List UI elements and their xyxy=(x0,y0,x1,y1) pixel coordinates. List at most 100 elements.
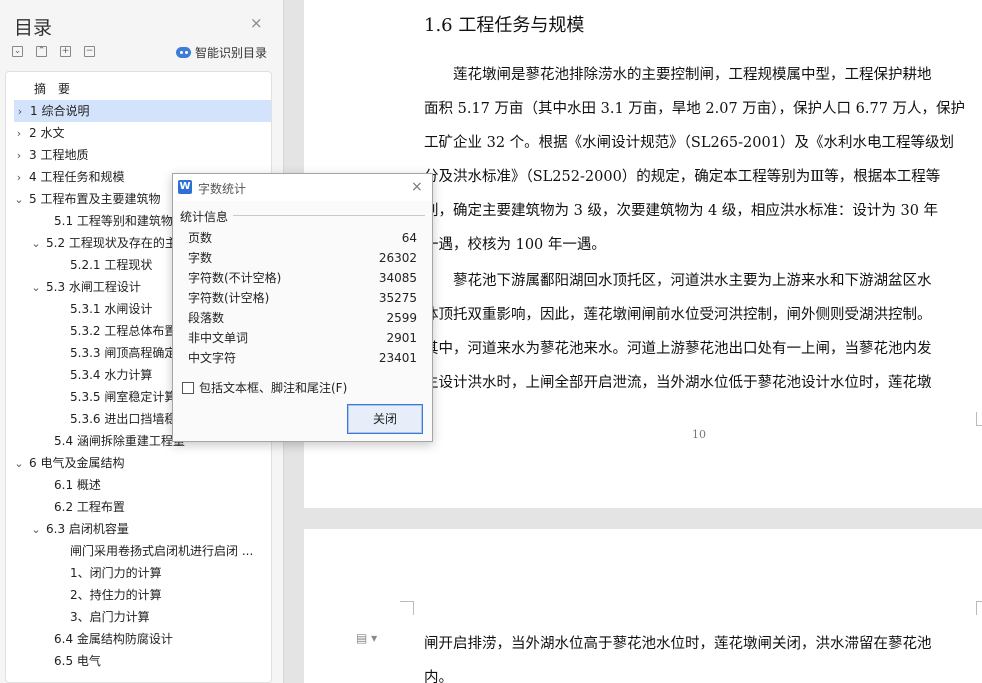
chevron-right-icon[interactable]: › xyxy=(13,145,25,166)
dialog-title: 字数统计 xyxy=(198,182,247,196)
body-text-line: 分及洪水标准》（SL252-2000）的规定，确定本工程等别为Ⅲ等，根据本工程等 xyxy=(424,169,941,185)
stat-label: 段落数 xyxy=(188,311,225,325)
chevron-right-icon[interactable]: › xyxy=(13,123,25,144)
toc-item-label: 5.3.3 闸顶高程确定 xyxy=(70,346,177,360)
toc-item[interactable]: 6.2 工程布置 xyxy=(6,496,271,518)
checkbox-box[interactable] xyxy=(182,382,194,394)
toc-item[interactable]: 闸门采用卷扬式启闭机进行启闭 ... xyxy=(6,540,271,562)
stat-row: 段落数 2599 xyxy=(188,308,417,328)
toc-item-label: 5.4 涵闸拆除重建工程量 xyxy=(54,434,185,448)
document-options-icon[interactable]: ▤ ▾ xyxy=(356,631,377,645)
expand-level-icon[interactable]: ⌃ xyxy=(36,46,47,57)
stat-label: 页数 xyxy=(188,231,213,245)
chevron-down-icon[interactable]: ⌄ xyxy=(30,519,42,540)
toc-item-label: 5.3.2 工程总体布置 xyxy=(70,324,177,338)
toc-item-label: 5.3.5 闸室稳定计算 xyxy=(70,390,177,404)
toc-item-label: 6.3 启闭机容量 xyxy=(46,522,129,536)
include-textboxes-checkbox[interactable]: 包括文本框、脚注和尾注(F) xyxy=(182,379,347,396)
stat-value: 34085 xyxy=(378,271,417,285)
stats-section-label: 统计信息 xyxy=(180,210,229,224)
chevron-down-icon[interactable]: ⌄ xyxy=(13,189,25,210)
toc-item-label: 5.3.6 进出口挡墙稳 xyxy=(70,412,177,426)
toc-item[interactable]: 2、持住力的计算 xyxy=(6,584,271,606)
toc-item[interactable]: 摘 要 xyxy=(6,78,271,100)
stat-label: 字数 xyxy=(188,251,213,265)
toc-title: 目录 xyxy=(14,17,53,39)
toc-item-label: 4 工程任务和规模 xyxy=(29,170,125,184)
toc-item-label: 2、持住力的计算 xyxy=(70,588,162,602)
chevron-down-icon[interactable]: ⌄ xyxy=(30,277,42,298)
margin-corner-mark xyxy=(976,412,982,426)
stat-row: 中文字符 23401 xyxy=(188,348,417,368)
stat-label: 字符数(不计空格) xyxy=(188,271,282,285)
toc-item-label: 5.2 工程现状及存在的主 xyxy=(46,236,177,250)
body-text-line: 莲花墩闸是蓼花池排除涝水的主要控制闸，工程规模属中型，工程保护耕地 xyxy=(424,67,932,83)
toc-item[interactable]: ⌄ 6 电气及金属结构 xyxy=(6,452,271,474)
toc-item[interactable]: ⌄ 6.3 启闭机容量 xyxy=(6,518,271,540)
toc-item[interactable]: 1、闭门力的计算 xyxy=(6,562,271,584)
section-divider xyxy=(233,215,425,216)
body-text-line: 工矿企业 32 个。根据《水闸设计规范》（SL265-2001）及《水利水电工程… xyxy=(424,135,954,151)
stat-label: 字符数(计空格) xyxy=(188,291,270,305)
toc-item-label: 闸门采用卷扬式启闭机进行启闭 ... xyxy=(70,544,254,558)
chevron-right-icon[interactable]: › xyxy=(14,101,26,122)
toc-item-label: 6.2 工程布置 xyxy=(54,500,125,514)
wps-logo-icon: W xyxy=(178,180,192,194)
body-text-line: 体顶托双重影响，因此，莲花墩闸闸前水位受河洪控制，闸外侧则受湖洪控制。 xyxy=(424,307,932,323)
collapse-all-icon[interactable]: ⌄ xyxy=(12,46,23,57)
toc-item[interactable]: 6.5 电气 xyxy=(6,650,271,672)
chevron-down-icon[interactable]: ⌄ xyxy=(13,453,25,474)
toc-item[interactable]: 3、启门力计算 xyxy=(6,606,271,628)
stat-value: 64 xyxy=(401,231,417,245)
toc-item-label: 5.3.4 水力计算 xyxy=(70,368,153,382)
stat-value: 2599 xyxy=(386,311,417,325)
toc-item[interactable]: › 3 工程地质 xyxy=(6,144,271,166)
body-text-line: 内。 xyxy=(424,670,453,683)
close-button[interactable]: 关闭 xyxy=(347,404,423,434)
stat-label: 中文字符 xyxy=(188,351,237,365)
stat-value: 2901 xyxy=(386,331,417,345)
document-page[interactable]: 闸开启排涝，当外湖水位高于蓼花池水位时，莲花墩闸关闭，洪水滞留在蓼花池 内。 xyxy=(304,529,982,683)
dialog-close-icon[interactable]: × xyxy=(411,179,423,195)
smart-toc-button[interactable]: 智能识别目录 xyxy=(176,44,267,61)
toc-item-label: 5 工程布置及主要建筑物 xyxy=(29,192,161,206)
toc-item[interactable]: 6.4 金属结构防腐设计 xyxy=(6,628,271,650)
toc-close-icon[interactable]: × xyxy=(250,14,263,32)
add-heading-icon[interactable]: + xyxy=(60,46,71,57)
stat-row: 字数 26302 xyxy=(188,248,417,268)
dialog-titlebar[interactable]: W 字数统计 × xyxy=(173,174,432,201)
ai-icon xyxy=(176,47,191,58)
body-text-line: 别，确定主要建筑物为 3 级，次要建筑物为 4 级，相应洪水标准：设计为 30 … xyxy=(424,203,939,219)
toc-item-label: 1 综合说明 xyxy=(30,104,90,118)
chevron-down-icon[interactable]: ⌄ xyxy=(30,233,42,254)
toc-item-label: 6.1 概述 xyxy=(54,478,101,492)
toc-item-label: 5.3.1 水闸设计 xyxy=(70,302,153,316)
toc-item-label: 摘 要 xyxy=(34,82,71,96)
toc-item[interactable]: › 1 综合说明 xyxy=(14,100,271,122)
body-text-line: 闸开启排涝，当外湖水位高于蓼花池水位时，莲花墩闸关闭，洪水滞留在蓼花池 xyxy=(424,636,932,652)
body-text-line: 生设计洪水时，上闸全部开启泄流，当外湖水位低于蓼花池设计水位时，莲花墩 xyxy=(424,375,932,391)
checkbox-label: 包括文本框、脚注和尾注(F) xyxy=(199,381,348,395)
toc-item[interactable]: › 2 水文 xyxy=(6,122,271,144)
toc-item-label: 2 水文 xyxy=(29,126,65,140)
stat-value: 23401 xyxy=(378,351,417,365)
toc-item-label: 1、闭门力的计算 xyxy=(70,566,162,580)
toc-item-label: 6.5 电气 xyxy=(54,654,101,668)
stat-row: 字符数(不计空格) 34085 xyxy=(188,268,417,288)
toc-item-label: 6.4 金属结构防腐设计 xyxy=(54,632,173,646)
margin-corner-mark xyxy=(400,601,414,615)
remove-heading-icon[interactable]: − xyxy=(84,46,95,57)
stat-row: 字符数(计空格) 35275 xyxy=(188,288,417,308)
smart-toc-label: 智能识别目录 xyxy=(195,46,268,60)
body-text-line: 面积 5.17 万亩（其中水田 3.1 万亩，旱地 2.07 万亩），保护人口 … xyxy=(424,101,966,117)
toc-item-label: 5.2.1 工程现状 xyxy=(70,258,153,272)
body-text-line: 一遇，校核为 100 年一遇。 xyxy=(424,237,606,253)
toc-item-label: 5.1 工程等别和建筑物 xyxy=(54,214,173,228)
toc-item[interactable]: 6.1 概述 xyxy=(6,474,271,496)
stat-row: 页数 64 xyxy=(188,228,417,248)
chevron-right-icon[interactable]: › xyxy=(13,167,25,188)
margin-corner-mark xyxy=(976,601,982,615)
body-text-line: 其中，河道来水为蓼花池来水。河道上游蓼花池出口处有一上闸，当蓼花池内发 xyxy=(424,341,932,357)
toc-item-label: 3 工程地质 xyxy=(29,148,89,162)
stat-value: 26302 xyxy=(378,251,417,265)
